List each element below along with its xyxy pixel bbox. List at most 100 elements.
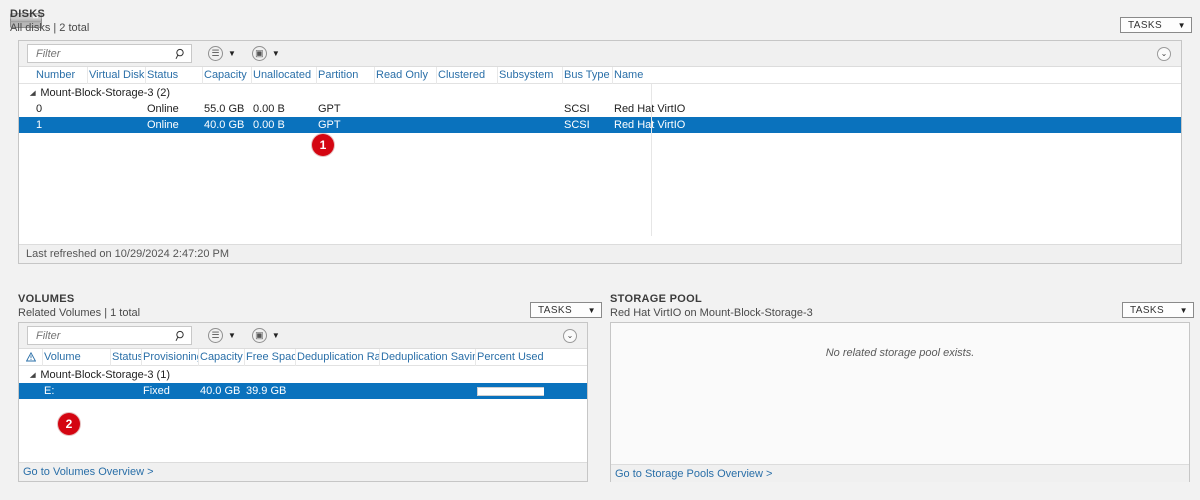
collapse-triangle-icon[interactable]: ◢ [30,89,36,97]
volumes-alert-column-header [19,348,43,366]
server-manager-storage-page: DISKS All disks | 2 total TASKS ▼ ☰ ▼ [0,0,1200,500]
table-row[interactable]: E: Fixed 40.0 GB 39.9 GB [19,383,587,399]
disks-column-header[interactable]: Read Only [375,66,437,84]
disks-column-header[interactable]: Number [35,66,88,84]
disks-column-header[interactable]: Subsystem [498,66,563,84]
disks-title: DISKS [10,8,46,20]
volumes-column-header[interactable]: Deduplication Savings [380,348,476,366]
cell-percent-used [476,386,544,396]
annotation-badge: 1 [312,134,334,156]
volumes-column-header[interactable]: Deduplication Rate [296,348,380,366]
volumes-column-header[interactable]: Volume [43,348,111,366]
chevron-down-icon: ▼ [1179,305,1188,315]
disks-rows: 0 Online 55.0 GB 0.00 B GPT SCSI Red Hat VirtI… [19,101,1181,133]
disks-toolbar: ☰ ▼ ▣ ▼ ⌄ [19,41,1181,67]
volumes-saved-query-menu[interactable]: ▣ ▼ [251,328,280,343]
cell-free-space: 39.9 GB [246,385,287,397]
chevron-down-icon: ▼ [587,305,596,315]
percent-used-bar [477,386,544,396]
disks-group-label: Mount-Block-Storage-3 (2) [40,86,170,99]
disks-column-headers: Number Virtual Disk Status Capacity Unalloca… [19,66,1181,84]
volumes-group-label: Mount-Block-Storage-3 (1) [40,368,170,381]
cell-volume: E: [44,385,55,397]
chevron-down-icon: ▼ [271,49,280,58]
volumes-group-row[interactable]: ◢ Mount-Block-Storage-3 (1) [19,366,587,383]
storage-pools-overview-link[interactable]: Go to Storage Pools Overview > [615,468,772,480]
volumes-overview-link[interactable]: Go to Volumes Overview > [23,466,154,478]
disks-column-header[interactable]: Clustered [437,66,498,84]
volumes-column-header[interactable]: Capacity [199,348,245,366]
volumes-tasks-button[interactable]: TASKS ▼ [530,302,602,318]
volumes-frame: ☰ ▼ ▣ ▼ ⌄ VolumeStatusProvisioningCapaci… [18,322,588,482]
list-view-icon: ☰ [208,328,223,343]
storage-pool-footer: Go to Storage Pools Overview > [611,464,1189,482]
volumes-rows: E: Fixed 40.0 GB 39.9 GB [19,383,587,399]
volumes-column-header[interactable]: Percent Used [476,349,544,366]
disks-column-header[interactable]: Unallocated [252,66,317,84]
cell-partition: GPT [318,103,341,115]
table-row[interactable]: 1 Online 40.0 GB 0.00 B GPT SCSI Red Hat VirtI… [19,117,1181,133]
cell-unallocated: 0.00 B [253,103,285,115]
storage-pool-header: STORAGE POOL Red Hat VirtIO on Mount-Blo… [610,293,813,320]
search-icon [175,48,184,59]
volumes-view-menu[interactable]: ☰ ▼ [208,328,236,343]
cell-bus-type: SCSI [564,119,590,131]
disks-grid-body: ◢ Mount-Block-Storage-3 (2) 0 Online 55.0 … [19,84,1181,236]
storage-pool-empty-message: No related storage pool exists. [825,347,975,359]
disks-tasks-label: TASKS [1128,19,1163,31]
storage-pool-tasks-button[interactable]: TASKS ▼ [1122,302,1194,318]
cell-name: Red Hat VirtIO [614,103,686,115]
volumes-tasks-label: TASKS [538,304,573,316]
cell-number: 1 [36,119,43,131]
volumes-filter-input[interactable] [34,327,175,344]
cell-bus-type: SCSI [564,103,590,115]
disks-view-menu[interactable]: ☰ ▼ [208,46,236,61]
disks-panel: DISKS All disks | 2 total TASKS ▼ ☰ ▼ [0,0,1200,270]
volumes-footer: Go to Volumes Overview > [19,462,587,481]
search-icon [175,330,184,341]
disks-frame: ☰ ▼ ▣ ▼ ⌄ NumberVirtual DiskStatusCapaci… [18,40,1182,264]
disks-saved-query-menu[interactable]: ▣ ▼ [251,46,280,61]
volumes-column-header[interactable]: Status [111,348,142,366]
disks-column-header[interactable]: Name [613,67,717,84]
volumes-filter-box[interactable] [27,326,192,345]
cell-number: 0 [36,103,43,115]
disks-status-bar: Last refreshed on 10/29/2024 2:47:20 PM [19,244,1181,263]
save-query-icon: ▣ [251,328,267,343]
disks-tasks-button[interactable]: TASKS ▼ [1120,17,1192,33]
list-view-icon: ☰ [208,46,223,61]
save-query-icon: ▣ [251,46,267,61]
disks-column-header[interactable]: Bus Type [563,66,613,84]
volumes-column-headers: Volume Status Provisioning Capacity Free Spa… [19,348,587,366]
cell-unallocated: 0.00 B [253,119,285,131]
disks-group-row[interactable]: ◢ Mount-Block-Storage-3 (2) [19,84,1181,101]
volumes-subtitle: Related Volumes | 1 total [18,307,141,319]
disks-column-header[interactable]: Virtual Disk [88,66,146,84]
disks-column-header[interactable]: Capacity [203,66,252,84]
cell-capacity: 40.0 GB [200,385,241,397]
volumes-toolbar-expander[interactable]: ⌄ [563,328,577,343]
cell-status: Online [147,103,179,115]
storage-pool-frame: No related storage pool exists. Go to St… [610,322,1190,482]
cell-capacity: 40.0 GB [204,119,245,131]
annotation-badge: 2 [58,413,80,435]
disks-column-header[interactable]: Status [146,66,203,84]
collapse-triangle-icon[interactable]: ◢ [30,371,36,379]
cell-capacity: 55.0 GB [204,103,245,115]
disks-filter-input[interactable] [34,45,175,62]
volumes-column-header[interactable]: Provisioning [142,348,199,366]
disks-column-header[interactable]: Partition [317,66,375,84]
disks-toolbar-expander[interactable]: ⌄ [1157,46,1171,61]
disks-last-refreshed: Last refreshed on 10/29/2024 2:47:20 PM [26,248,230,260]
volumes-title: VOLUMES [18,293,75,305]
cell-partition: GPT [318,119,341,131]
storage-pool-title: STORAGE POOL [610,293,703,305]
table-row[interactable]: 0 Online 55.0 GB 0.00 B GPT SCSI Red Hat VirtI… [19,101,1181,117]
volumes-column-header[interactable]: Free Space [245,348,296,366]
cell-name: Red Hat VirtIO [614,119,686,131]
chevron-down-icon: ▼ [228,331,236,340]
warning-triangle-icon [26,352,36,362]
disks-filter-box[interactable] [27,44,192,63]
cell-provisioning: Fixed [143,385,170,397]
volumes-grid-body: ◢ Mount-Block-Storage-3 (1) E: Fixed 40.0 … [19,366,587,455]
